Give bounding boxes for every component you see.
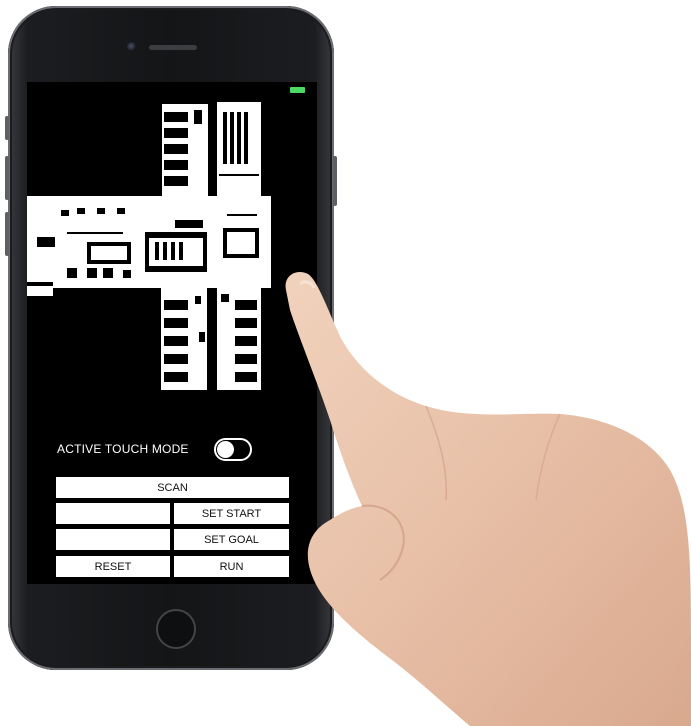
run-button[interactable]: RUN (174, 556, 289, 577)
toggle-knob (217, 441, 234, 458)
set-start-button[interactable]: SET START (174, 503, 289, 524)
mute-switch (5, 116, 9, 140)
set-goal-button[interactable]: SET GOAL (174, 529, 289, 550)
blank-button-1[interactable] (56, 503, 170, 524)
volume-down-button (5, 212, 9, 256)
scan-button[interactable]: SCAN (56, 477, 289, 498)
reset-button[interactable]: RESET (56, 556, 170, 577)
battery-indicator (290, 87, 305, 93)
home-button[interactable] (156, 609, 196, 649)
active-touch-mode-label: ACTIVE TOUCH MODE (57, 442, 189, 456)
volume-up-button (5, 156, 9, 200)
front-camera (127, 42, 137, 52)
earpiece-speaker (149, 45, 197, 50)
app-screen: ACTIVE TOUCH MODE SCAN SET START SET GOA… (27, 82, 317, 584)
active-touch-mode-toggle[interactable] (214, 438, 252, 461)
power-button (333, 156, 337, 206)
blank-button-2[interactable] (56, 529, 170, 550)
floor-plan-map[interactable] (27, 82, 317, 402)
